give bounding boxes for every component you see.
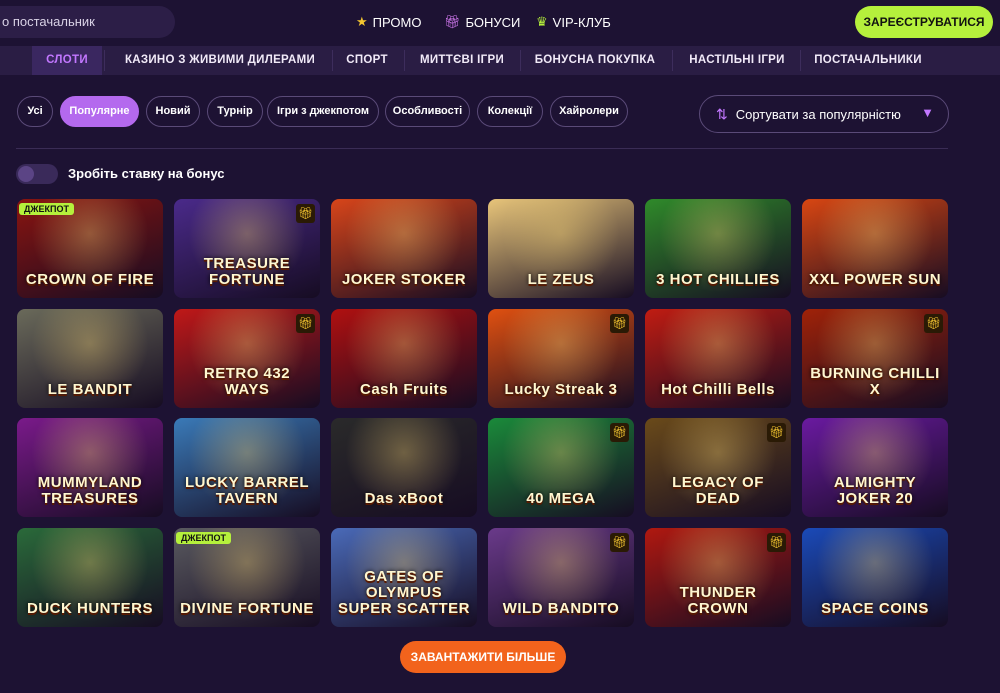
game-tile[interactable]: 🎁︎ THUNDER CROWN xyxy=(645,528,791,627)
tab-providers[interactable]: ПОСТАЧАЛЬНИКИ xyxy=(806,46,930,75)
game-title: LEGACY OF DEAD xyxy=(672,474,764,507)
bonus-bet-label: Зробіть ставку на бонус xyxy=(68,166,225,181)
register-button[interactable]: ЗАРЕЄСТРУВАТИСЯ xyxy=(855,6,993,38)
game-title: XXL POWER SUN xyxy=(808,271,942,288)
game-title: 40 MEGA xyxy=(526,490,596,507)
gift-icon: 🎁︎ xyxy=(610,423,629,442)
game-tile[interactable]: 🎁︎ RETRO 432 WAYS xyxy=(174,309,320,408)
game-tile[interactable]: 🎁︎ BURNING CHILLI X xyxy=(802,309,948,408)
sort-icon: ⇅ xyxy=(716,105,728,122)
gift-icon: 🎁︎ xyxy=(767,533,786,552)
chevron-down-icon: ▼ xyxy=(921,105,934,120)
category-tabs: СЛОТИ КАЗИНО З ЖИВИМИ ДИЛЕРАМИ СПОРТ МИТ… xyxy=(0,46,1000,75)
gift-icon: 🎁︎ xyxy=(444,14,461,29)
game-tile[interactable]: 🎁︎ 40 MEGA xyxy=(488,418,634,517)
tab-bonus-buy[interactable]: БОНУСНА ПОКУПКА xyxy=(524,46,666,75)
vip-link[interactable]: ♛ VIP-КЛУБ xyxy=(536,14,611,30)
game-title: WILD BANDITO xyxy=(502,600,620,617)
game-title: CROWN OF FIRE xyxy=(25,271,155,288)
game-tile[interactable]: GATES OF OLYMPUS SUPER SCATTER xyxy=(331,528,477,627)
game-tile[interactable]: LE ZEUS xyxy=(488,199,634,298)
gift-icon: 🎁︎ xyxy=(767,423,786,442)
game-title: SPACE COINS xyxy=(821,600,929,617)
game-title: ALMIGHTY JOKER 20 xyxy=(833,474,917,507)
filter-jackpot[interactable]: Ігри з джекпотом xyxy=(267,96,379,127)
tab-slots[interactable]: СЛОТИ xyxy=(32,46,102,75)
game-title: BURNING CHILLI X xyxy=(810,365,940,398)
game-title: DUCK HUNTERS xyxy=(27,600,153,617)
game-tile[interactable]: LUCKY BARREL TAVERN xyxy=(174,418,320,517)
gift-icon: 🎁︎ xyxy=(610,314,629,333)
game-tile[interactable]: SPACE COINS xyxy=(802,528,948,627)
vip-label: VIP-КЛУБ xyxy=(552,14,611,30)
game-tile[interactable]: Hot Chilli Bells xyxy=(645,309,791,408)
game-tile[interactable]: 3 HOT CHILLIES xyxy=(645,199,791,298)
filter-popular[interactable]: Популярне xyxy=(60,96,139,127)
game-title: RETRO 432 WAYS xyxy=(203,365,291,398)
filter-tournament[interactable]: Турнір xyxy=(207,96,263,127)
game-tile[interactable]: Cash Fruits xyxy=(331,309,477,408)
game-tile[interactable]: 🎁︎ TREASURE FORTUNE xyxy=(174,199,320,298)
bonuses-link[interactable]: 🎁︎ БОНУСИ xyxy=(444,14,520,30)
game-tile[interactable]: 🎁︎ WILD BANDITO xyxy=(488,528,634,627)
crown-icon: ♛ xyxy=(536,14,548,29)
tab-instant-games[interactable]: МИТТЄВІ ІГРИ xyxy=(410,46,514,75)
game-tile[interactable]: 🎁︎ Lucky Streak 3 xyxy=(488,309,634,408)
gift-icon: 🎁︎ xyxy=(296,314,315,333)
game-tile[interactable]: XXL POWER SUN xyxy=(802,199,948,298)
game-tile[interactable]: ДЖЕКПОТ CROWN OF FIRE xyxy=(17,199,163,298)
game-title: LUCKY BARREL TAVERN xyxy=(184,474,310,507)
gift-icon: 🎁︎ xyxy=(296,204,315,223)
game-title: GATES OF OLYMPUS SUPER SCATTER xyxy=(337,568,471,617)
game-tile[interactable]: LE BANDIT xyxy=(17,309,163,408)
game-title: THUNDER CROWN xyxy=(679,584,757,617)
game-title: Cash Fruits xyxy=(359,381,448,398)
filter-highrollers[interactable]: Хайролери xyxy=(550,96,628,127)
game-title: LE ZEUS xyxy=(527,271,595,288)
game-tile[interactable]: 🎁︎ LEGACY OF DEAD xyxy=(645,418,791,517)
game-title: Hot Chilli Bells xyxy=(661,381,775,398)
filter-all[interactable]: Усі xyxy=(17,96,53,127)
bonuses-label: БОНУСИ xyxy=(465,14,521,30)
promo-label: ПРОМО xyxy=(372,14,422,30)
game-tile[interactable]: DUCK HUNTERS xyxy=(17,528,163,627)
star-icon: ★ xyxy=(356,14,368,29)
tab-sport[interactable]: СПОРТ xyxy=(336,46,398,75)
tab-live-casino[interactable]: КАЗИНО З ЖИВИМИ ДИЛЕРАМИ xyxy=(110,46,330,75)
game-tile[interactable]: ALMIGHTY JOKER 20 xyxy=(802,418,948,517)
bonus-bet-toggle[interactable] xyxy=(16,164,58,184)
game-title: JOKER STOKER xyxy=(341,271,467,288)
game-tile[interactable]: JOKER STOKER xyxy=(331,199,477,298)
game-title: 3 HOT CHILLIES xyxy=(656,271,780,288)
game-title: TREASURE FORTUNE xyxy=(203,255,291,288)
divider xyxy=(16,148,948,149)
top-bar: о постачальник ★ ПРОМО 🎁︎ БОНУСИ ♛ VIP-К… xyxy=(0,0,1000,46)
game-tile[interactable]: MUMMYLAND TREASURES xyxy=(17,418,163,517)
gift-icon: 🎁︎ xyxy=(924,314,943,333)
game-tile[interactable]: ДЖЕКПОТ DIVINE FORTUNE xyxy=(174,528,320,627)
game-title: DIVINE FORTUNE xyxy=(180,600,314,617)
load-more-button[interactable]: ЗАВАНТАЖИТИ БІЛЬШЕ xyxy=(400,641,566,673)
tab-table-games[interactable]: НАСТІЛЬНІ ІГРИ xyxy=(678,46,796,75)
filter-features[interactable]: Особливості xyxy=(385,96,470,127)
filter-new[interactable]: Новий xyxy=(146,96,200,127)
jackpot-badge: ДЖЕКПОТ xyxy=(176,532,232,544)
game-title: LE BANDIT xyxy=(47,381,133,398)
game-title: MUMMYLAND TREASURES xyxy=(37,474,143,507)
jackpot-badge: ДЖЕКПОТ xyxy=(19,203,75,215)
promo-link[interactable]: ★ ПРОМО xyxy=(356,14,421,30)
sort-label: Сортувати за популярністю xyxy=(735,106,901,122)
sort-dropdown[interactable]: ⇅ Сортувати за популярністю ▼ xyxy=(699,95,949,133)
search-input[interactable]: о постачальник xyxy=(0,6,175,38)
gift-icon: 🎁︎ xyxy=(610,533,629,552)
game-title: Das xBoot xyxy=(364,490,444,507)
filter-collections[interactable]: Колекції xyxy=(477,96,543,127)
game-tile[interactable]: Das xBoot xyxy=(331,418,477,517)
game-title: Lucky Streak 3 xyxy=(504,381,618,398)
